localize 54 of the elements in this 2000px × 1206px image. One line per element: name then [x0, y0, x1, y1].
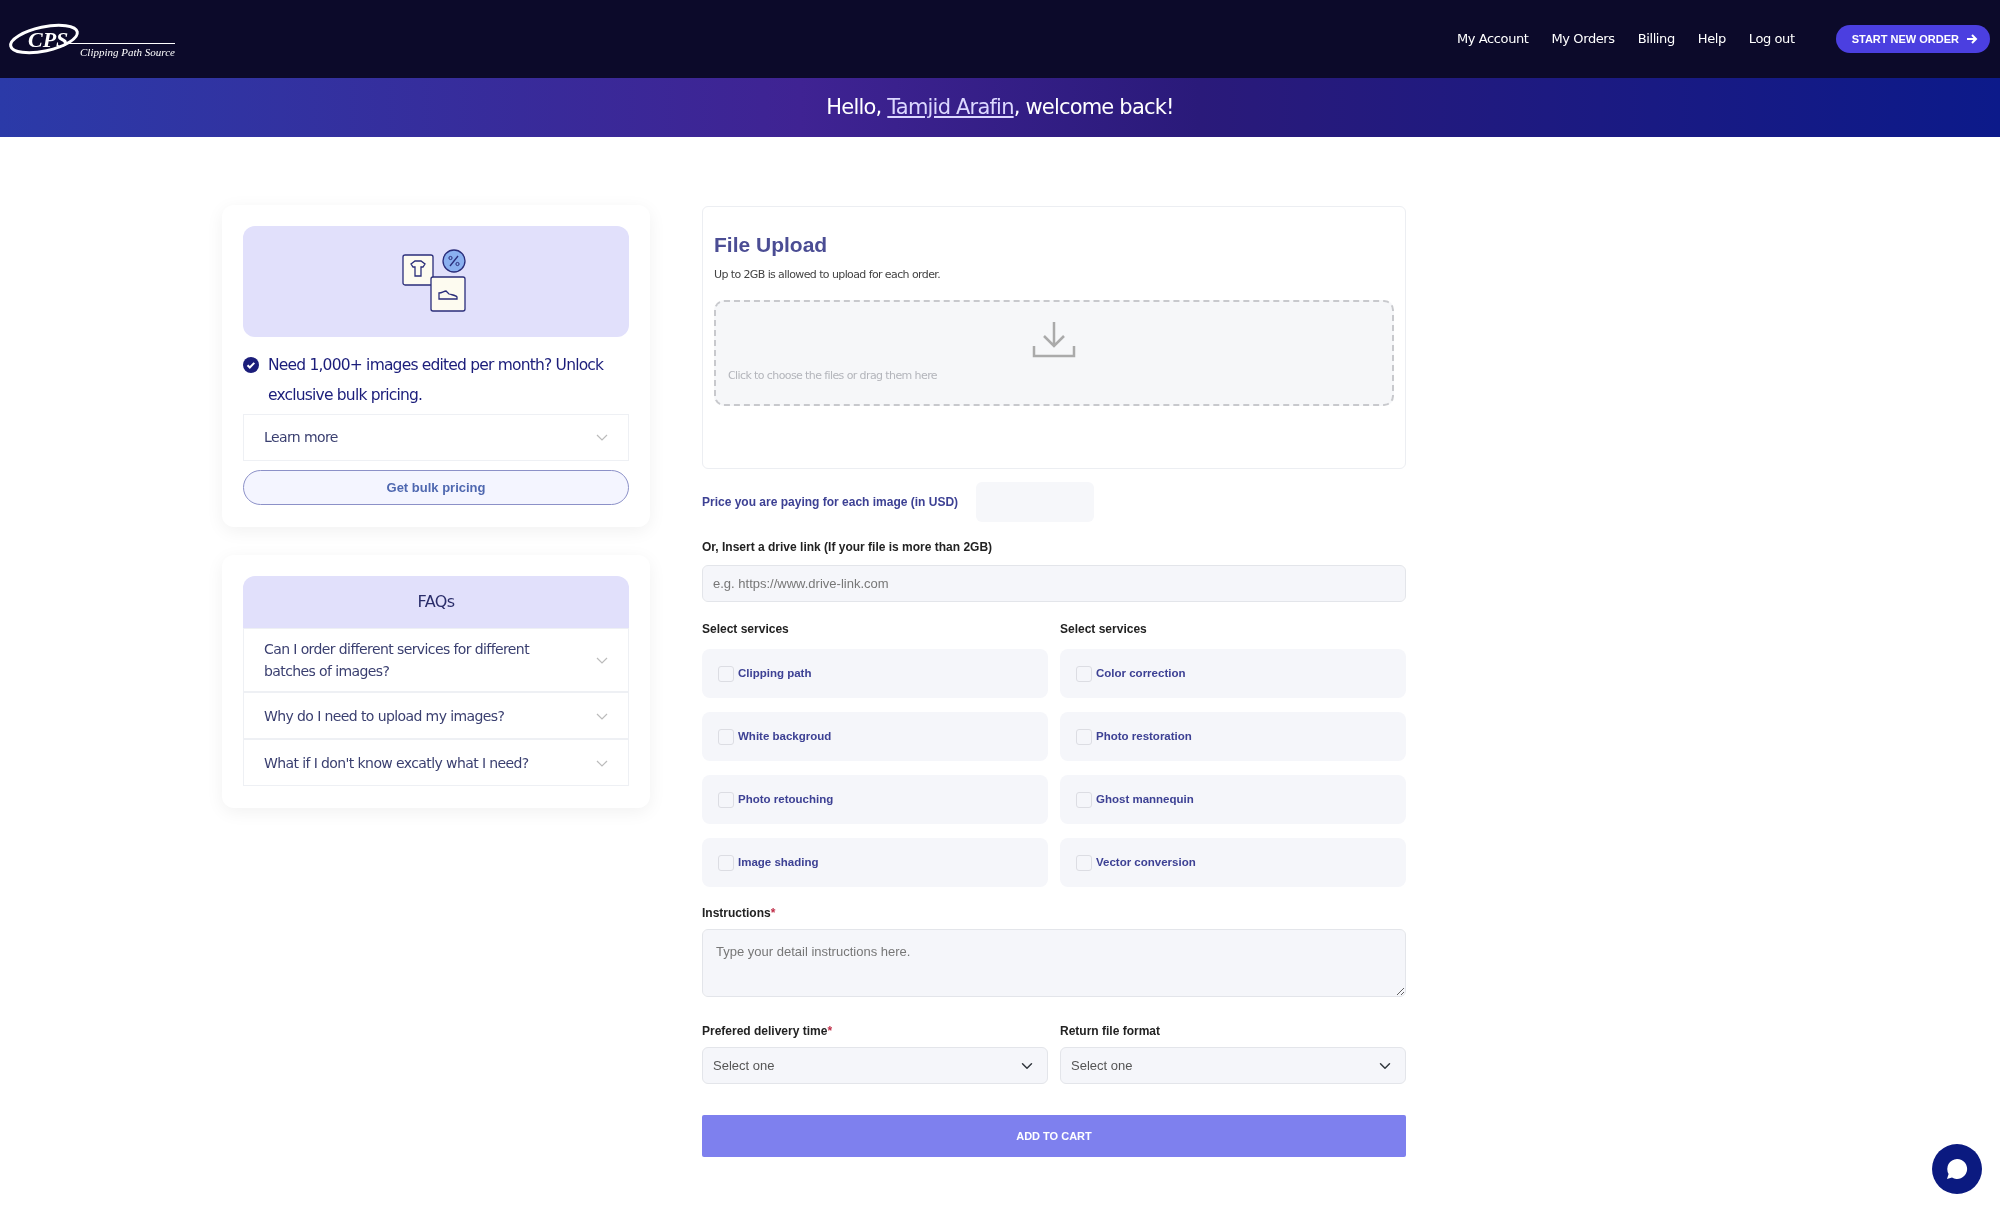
services-label: Select services [1060, 621, 1148, 638]
service-option[interactable]: White backgroud [702, 712, 1048, 761]
chevron-icon [596, 657, 608, 665]
services-label: Select services [702, 621, 790, 638]
service-option[interactable]: Ghost mannequin [1060, 775, 1406, 824]
checkbox[interactable] [718, 665, 734, 682]
arrow-icon [1967, 34, 1978, 44]
promo-text: Need 1,000+ images edited per month? Unlock exclusive bulk pricing. [268, 355, 605, 406]
service-option[interactable]: Photo restoration [1060, 712, 1406, 761]
learn-more-accordion[interactable]: Learn more [243, 414, 629, 461]
drive-link-field[interactable]: e.g. https://www.drive-link.com [702, 565, 1406, 602]
chevron-icon [596, 712, 608, 721]
faq-item[interactable]: What if I don't know excatly what I need? [243, 739, 629, 786]
checkbox[interactable] [1076, 791, 1092, 808]
select-label: Return file format [1060, 1023, 1161, 1040]
nav-link[interactable]: Billing [1637, 29, 1675, 49]
upload-title: File Upload [714, 232, 829, 258]
chevron-icon [596, 434, 608, 442]
nav-link[interactable]: My Orders [1551, 29, 1615, 49]
nav-link[interactable]: Log out [1748, 29, 1795, 49]
instructions-label: Instructions* [702, 905, 777, 922]
select-label: Prefered delivery time* [702, 1023, 834, 1040]
chat-button[interactable] [1932, 1144, 1982, 1194]
checkbox[interactable] [1076, 728, 1092, 745]
service-option[interactable]: Vector conversion [1060, 838, 1406, 887]
checkbox[interactable] [1076, 854, 1092, 871]
chat-icon [1946, 1158, 1968, 1180]
bulk-pricing-button[interactable]: Get bulk pricing [243, 470, 629, 505]
service-option[interactable]: Color correction [1060, 649, 1406, 698]
nav-link[interactable]: Help [1697, 29, 1726, 49]
upload-note: Up to 2GB is allowed to upload for each order. [714, 267, 942, 284]
service-option[interactable]: Image shading [702, 838, 1048, 887]
drive-link-label: Or, Insert a drive link (If your file is more than 2GB) [702, 539, 994, 556]
faq-item[interactable]: Why do I need to upload my images? [243, 692, 629, 739]
checkbox[interactable] [718, 791, 734, 808]
greeting-text: , welcome back! [1013, 94, 1174, 119]
service-option[interactable]: Photo retouching [702, 775, 1048, 824]
faq-heading: FAQs [243, 576, 629, 628]
faq-item[interactable]: Can I order different services for different batches of images? [243, 628, 629, 692]
start-order-button[interactable]: START NEW ORDER [1835, 24, 1990, 54]
checkbox[interactable] [718, 854, 734, 871]
user-name-link[interactable]: Tamjid Arafin [887, 94, 1014, 119]
nav-link[interactable]: My Account [1457, 29, 1529, 49]
instructions-field[interactable]: Type your detail instructions here. [702, 929, 1406, 997]
service-option[interactable]: Clipping path [702, 649, 1048, 698]
dropdown[interactable]: Select one [702, 1047, 1048, 1084]
checkbox[interactable] [1076, 665, 1092, 682]
dropdown[interactable]: Select one [1060, 1047, 1406, 1084]
chevron-icon [596, 759, 608, 768]
price-label: Price you are paying for each image (in USD) [702, 494, 959, 511]
greeting-text: Hello, [826, 94, 883, 119]
checkbox[interactable] [718, 728, 734, 745]
download-icon [1032, 319, 1076, 360]
check-circle-icon [243, 357, 259, 373]
